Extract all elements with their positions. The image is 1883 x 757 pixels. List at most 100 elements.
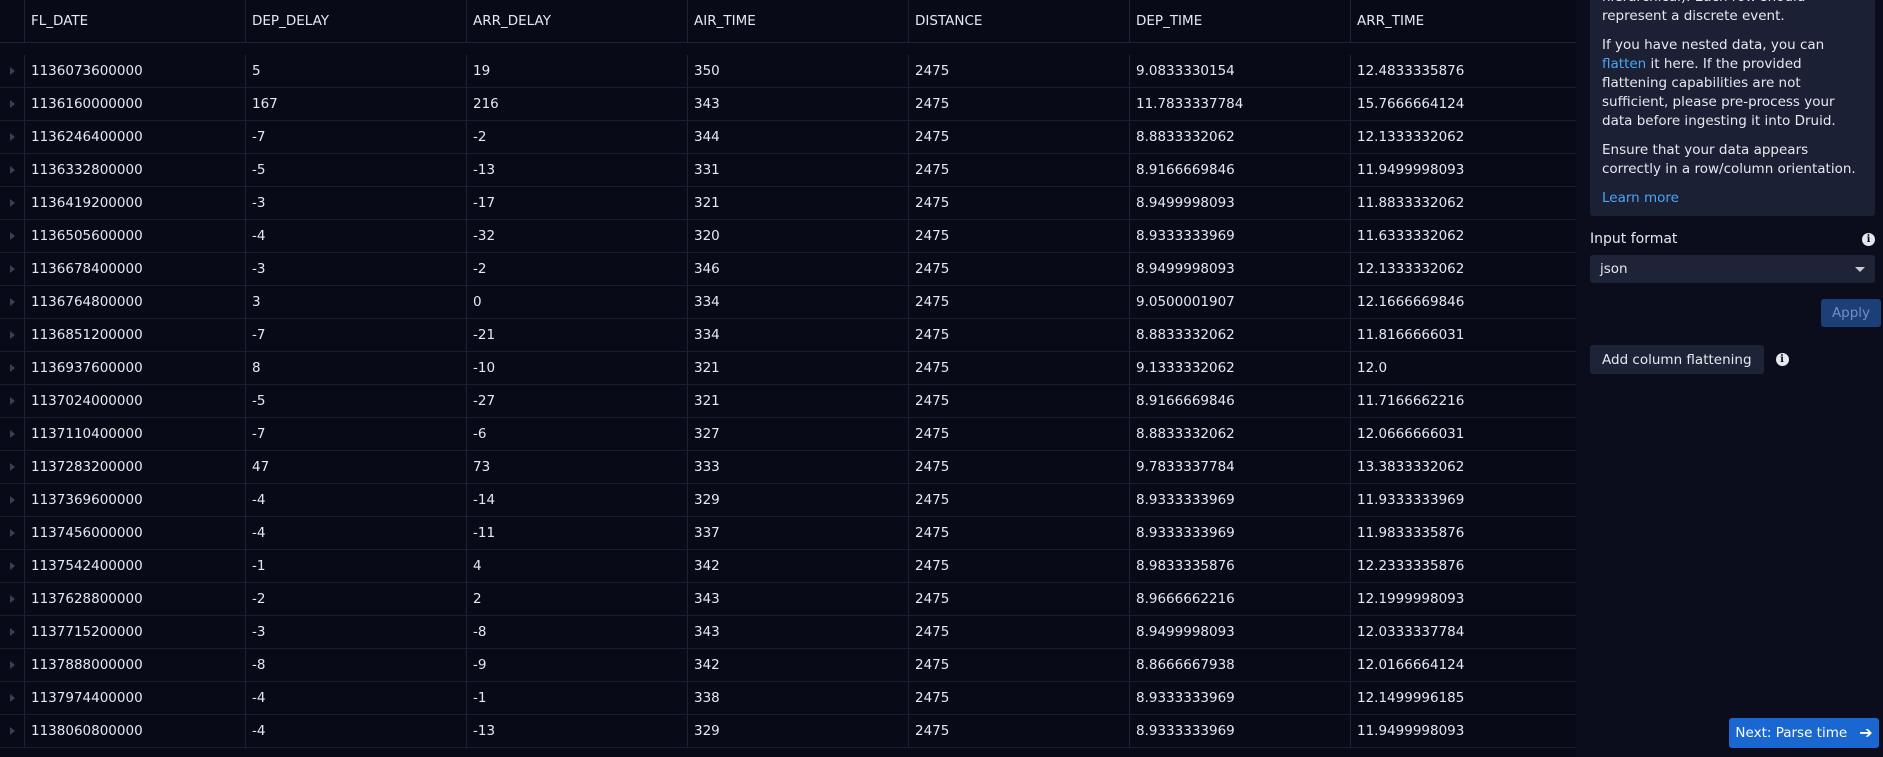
row-expander[interactable] [0,55,25,87]
row-expander[interactable] [0,550,25,582]
table-cell: 11.9499998093 [1357,162,1465,178]
table-cell: -8 [246,649,467,681]
table-cell: 2475 [909,187,1130,219]
caret-right-icon [9,199,15,207]
table-cell: 12.1999998093 [1357,591,1465,607]
table-row[interactable]: 1136419200000 -3 -17 321 2475 8.9499998093 11.… [0,187,1576,220]
table-cell: 8.9499998093 [1130,253,1351,285]
column-header[interactable]: DEP_DELAY [246,0,467,42]
table-row[interactable]: 1137283200000 47 73 333 2475 9.7833337784 13.3… [0,451,1576,484]
table-row[interactable]: 1136160000000 167 216 343 2475 11.7833337784 1… [0,88,1576,121]
table-cell: 216 [467,88,688,120]
row-expander[interactable] [0,319,25,351]
table-cell: 2475 [909,451,1130,483]
table-row[interactable]: 1136851200000 -7 -21 334 2475 8.8833332062 11.… [0,319,1576,352]
info-icon[interactable]: i [1862,232,1875,246]
table-cell: -4 [246,517,467,549]
table-cell: 2475 [909,583,1130,615]
table-row[interactable]: 1137974400000 -4 -1 338 2475 8.9333333969 12.1… [0,682,1576,715]
table-cell: 2475 [909,682,1130,714]
info-text-2-pre: If you have nested data, you can [1602,37,1825,53]
row-expander[interactable] [0,154,25,186]
table-row[interactable]: 1137456000000 -4 -11 337 2475 8.9333333969 11.… [0,517,1576,550]
column-header[interactable]: ARR_TIME [1351,0,1572,42]
learn-more-link[interactable]: Learn more [1602,190,1679,206]
table-cell: -10 [467,352,688,384]
flatten-row: Add column flattening i [1590,345,1789,374]
table-row[interactable]: 1136764800000 3 0 334 2475 9.0500001907 12.166… [0,286,1576,319]
input-format-label: Input format [1590,231,1678,247]
row-expander[interactable] [0,385,25,417]
table-cell: 1137110400000 [25,418,246,450]
row-expander[interactable] [0,616,25,648]
table-cell: 0 [467,286,688,318]
table-cell: 1137456000000 [25,517,246,549]
table-cell: -32 [467,220,688,252]
table-cell: 2475 [909,286,1130,318]
table-row[interactable]: 1136678400000 -3 -2 346 2475 8.9499998093 12.1… [0,253,1576,286]
input-format-select[interactable]: json [1590,255,1875,283]
flatten-link[interactable]: flatten [1602,56,1646,72]
table-cell: 4 [467,550,688,582]
table-cell: 343 [688,616,909,648]
table-cell: 350 [688,55,909,87]
table-row[interactable]: 1137369600000 -4 -14 329 2475 8.9333333969 11.… [0,484,1576,517]
table-cell: 1136073600000 [25,55,246,87]
table-row[interactable]: 1137628800000 -2 2 343 2475 8.9666662216 12.19… [0,583,1576,616]
row-expander[interactable] [0,583,25,615]
table-cell: 1137888000000 [25,649,246,681]
row-expander[interactable] [0,352,25,384]
row-expander[interactable] [0,220,25,252]
row-expander[interactable] [0,451,25,483]
table-cell: 1136505600000 [25,220,246,252]
caret-right-icon [9,496,15,504]
info-icon[interactable]: i [1775,353,1789,366]
table-row[interactable]: 1137888000000 -8 -9 342 2475 8.8666667938 12.0… [0,649,1576,682]
table-cell: -21 [467,319,688,351]
table-cell: 167 [246,88,467,120]
table-row[interactable]: 1136246400000 -7 -2 344 2475 8.8833332062 12.1… [0,121,1576,154]
table-row[interactable]: 1137542400000 -1 4 342 2475 8.9833335876 12.23… [0,550,1576,583]
row-expander[interactable] [0,253,25,285]
table-row[interactable]: 1137715200000 -3 -8 343 2475 8.9499998093 12.0… [0,616,1576,649]
table-cell: 2475 [909,484,1130,516]
row-expander[interactable] [0,88,25,120]
column-header[interactable]: FL_DATE [25,0,246,42]
table-row[interactable]: 1136073600000 5 19 350 2475 9.0833330154 12.48… [0,55,1576,88]
table-cell: 1137024000000 [25,385,246,417]
table-row[interactable]: 1136505600000 -4 -32 320 2475 8.9333333969 11.… [0,220,1576,253]
table-cell: 11.8166666031 [1357,327,1465,343]
table-cell: -1 [246,550,467,582]
table-row[interactable]: 1137110400000 -7 -6 327 2475 8.8833332062 12.0… [0,418,1576,451]
table-row[interactable]: 1136332800000 -5 -13 331 2475 8.9166669846 11.… [0,154,1576,187]
table-cell: -3 [246,253,467,285]
table-cell: 1136937600000 [25,352,246,384]
table-cell: 342 [688,649,909,681]
table-body: 1136073600000 5 19 350 2475 9.0833330154 12.48… [0,43,1576,748]
row-expander[interactable] [0,649,25,681]
row-expander[interactable] [0,682,25,714]
row-expander[interactable] [0,286,25,318]
column-header[interactable]: DEP_TIME [1130,0,1351,42]
table-row[interactable]: 1138060800000 -4 -13 329 2475 8.9333333969 11.… [0,715,1576,748]
table-row[interactable]: 1137024000000 -5 -27 321 2475 8.9166669846 11.… [0,385,1576,418]
column-header[interactable]: ARR_DELAY [467,0,688,42]
row-expander[interactable] [0,715,25,747]
table-cell: 334 [688,286,909,318]
row-expander[interactable] [0,484,25,516]
column-header[interactable]: AIR_TIME [688,0,909,42]
apply-button[interactable]: Apply [1821,299,1881,327]
table-cell: -7 [246,319,467,351]
next-parse-time-button[interactable]: Next: Parse time ➔ [1729,718,1879,748]
add-column-flattening-button[interactable]: Add column flattening [1590,345,1764,374]
table-row[interactable]: 1136937600000 8 -10 321 2475 9.1333332062 12.0 [0,352,1576,385]
row-expander[interactable] [0,187,25,219]
caret-right-icon [9,694,15,702]
caret-right-icon [9,661,15,669]
row-expander[interactable] [0,517,25,549]
row-expander[interactable] [0,418,25,450]
caret-right-icon [9,232,15,240]
row-expander[interactable] [0,121,25,153]
table-cell: 11.6333332062 [1357,228,1465,244]
column-header[interactable]: DISTANCE [909,0,1130,42]
